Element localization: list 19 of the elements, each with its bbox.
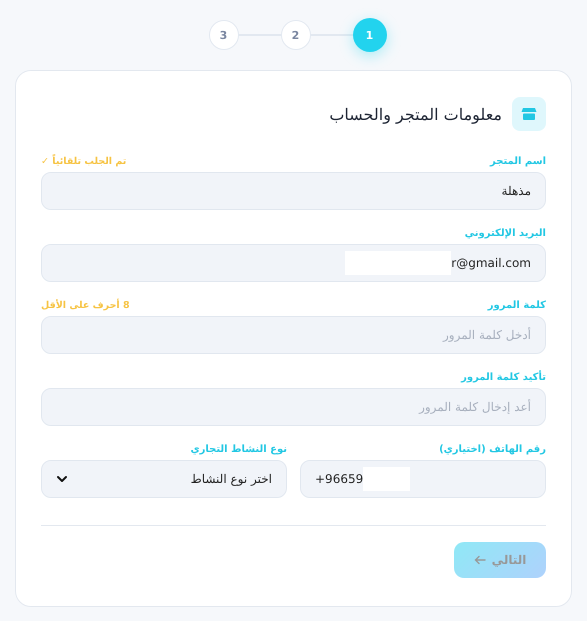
step-circle: 1	[352, 18, 386, 52]
field-label: كلمة المرور	[488, 300, 546, 311]
step-circle: 2	[280, 20, 310, 50]
input-field[interactable]: مذهلة	[41, 172, 546, 210]
select-field[interactable]: اختر نوع النشاط	[41, 460, 287, 498]
section-title: معلومات المتجر والحساب	[329, 104, 502, 124]
step-circle: 3	[208, 20, 238, 50]
chevron-down-icon	[56, 473, 68, 485]
store-icon	[512, 97, 546, 131]
field-label: تأكيد كلمة المرور	[461, 372, 546, 383]
field-hint: تم الجلب تلقائياً ✓	[41, 156, 126, 167]
arrow-left-icon	[474, 555, 486, 565]
field-label: رقم الهاتف (اختياري)	[439, 444, 546, 455]
field-label: البريد الإلكتروني	[464, 228, 546, 239]
field-label: نوع النشاط التجاري	[190, 444, 287, 455]
phone-field[interactable]: +96659	[300, 460, 546, 498]
field-hint: 8 أحرف على الأقل	[41, 300, 130, 311]
email-field[interactable]: r@gmail.com	[41, 244, 546, 282]
field-label: اسم المتجر	[490, 156, 546, 167]
